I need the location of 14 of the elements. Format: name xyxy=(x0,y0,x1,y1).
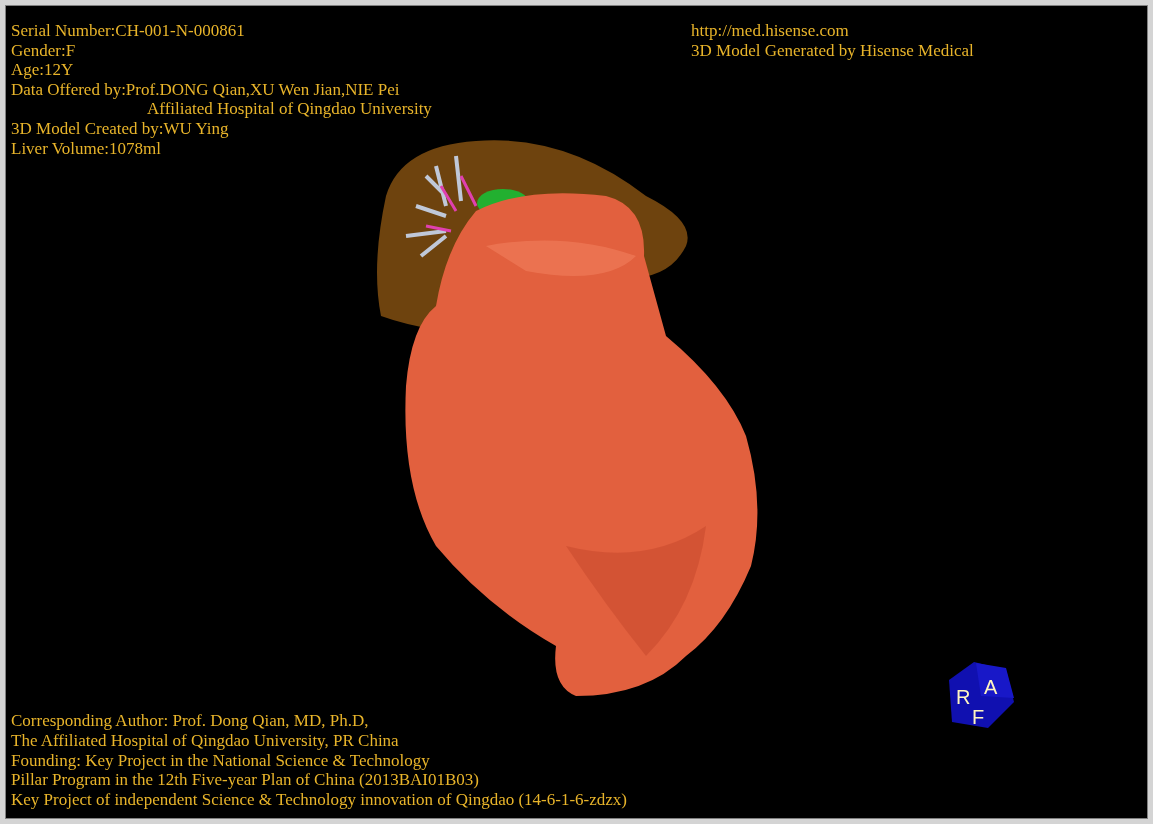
info-text: Serial Number:CH-001-N-000861 xyxy=(11,21,245,41)
info-text: Liver Volume:1078ml xyxy=(11,138,161,159)
credit-text: Key Project of independent Science & Technology innovation of Qingdao (14-6-1-6-zdzx) xyxy=(11,790,627,810)
info-text: Age:12Y xyxy=(11,60,74,80)
info-text: Gender:F xyxy=(11,40,76,61)
info-text: 3D Model Created by:WU Ying xyxy=(11,118,229,139)
info-text: Affiliated Hospital of Qingdao University xyxy=(146,99,432,119)
credit-text: Founding: Key Project in the National Science & Technology xyxy=(11,750,430,771)
info-text: 3D Model Generated by Hisense Medical xyxy=(691,40,974,61)
credit-text: The Affiliated Hospital of Qingdao University, PR China xyxy=(11,730,399,751)
credit-text: Pillar Program in the 12th Five-year Plan of China (2013BAI01B03) xyxy=(11,770,479,791)
credit-text: Corresponding Author: Prof. Dong Qian, MD, Ph.D, xyxy=(11,711,369,731)
info-text: http://med.hisense.com xyxy=(691,21,849,41)
info-text: Data Offered by:Prof.DONG Qian,XU Wen Jian,NIE Pei xyxy=(11,79,400,100)
